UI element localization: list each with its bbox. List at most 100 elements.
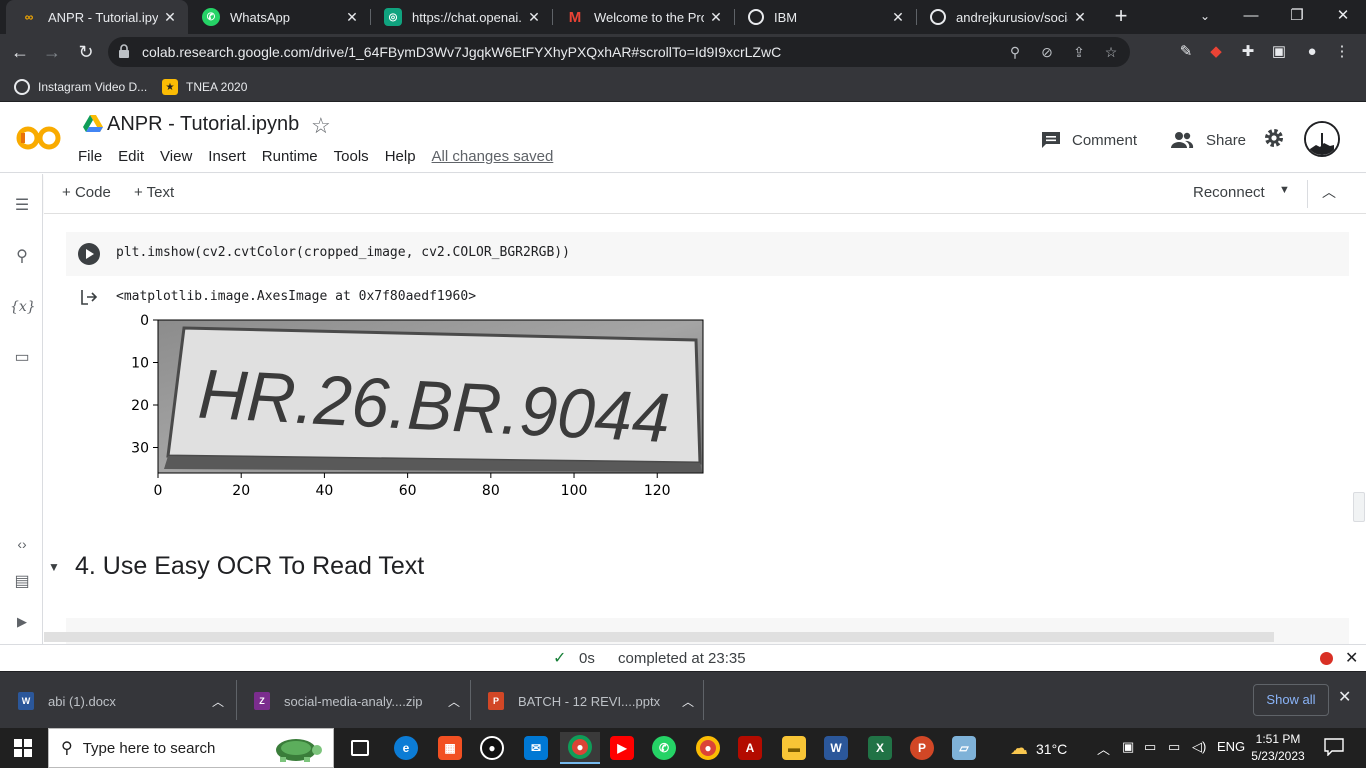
colab-logo-icon[interactable] — [16, 121, 62, 155]
acrobat-icon[interactable]: A — [730, 732, 770, 764]
output-arrow-icon[interactable] — [80, 288, 98, 306]
volume-icon[interactable]: ◁) — [1192, 739, 1206, 755]
eye-off-icon[interactable]: ⊘ — [1036, 41, 1058, 63]
bookmark-instagram[interactable]: Instagram Video D... — [14, 76, 147, 98]
tab-whatsapp[interactable]: ✆ WhatsApp ✕ — [188, 0, 370, 34]
avatar[interactable] — [1304, 121, 1340, 157]
tab-gmail[interactable]: M Welcome to the Professional ✕ — [552, 0, 734, 34]
notes-app-icon[interactable]: ▱ — [944, 732, 984, 764]
download-item-docx[interactable]: W abi (1).docx ︿ — [0, 682, 230, 720]
side-panel-icon[interactable]: ▣ — [1267, 40, 1291, 64]
download-item-zip[interactable]: Z social-media-analy....zip ︿ — [236, 682, 466, 720]
notebook-title[interactable]: ANPR - Tutorial.ipynb — [107, 113, 299, 136]
recording-dot-icon[interactable] — [1320, 652, 1333, 665]
close-tab-icon[interactable]: ✕ — [704, 9, 728, 26]
profile-icon[interactable]: ● — [1300, 40, 1324, 64]
menu-runtime[interactable]: Runtime — [262, 148, 318, 165]
google-drive-icon[interactable] — [83, 115, 103, 133]
notification-icon[interactable] — [1324, 738, 1344, 756]
store-icon[interactable]: ▦ — [430, 732, 470, 764]
forward-icon[interactable]: → — [38, 38, 66, 66]
turtle-illustration-icon[interactable] — [262, 732, 328, 764]
tab-search-icon[interactable]: ⌄ — [1182, 0, 1228, 34]
windows-start-icon[interactable] — [14, 739, 32, 757]
bookmark-star-icon[interactable]: ☆ — [1100, 41, 1122, 63]
share-page-icon[interactable]: ⇪ — [1068, 41, 1090, 63]
menu-view[interactable]: View — [160, 148, 192, 165]
chevron-up-icon[interactable]: ︿ — [1322, 182, 1336, 202]
close-shelf-icon[interactable]: ✕ — [1338, 687, 1351, 707]
chevron-up-icon[interactable]: ︿ — [676, 693, 700, 710]
chrome-menu-icon[interactable]: ⋮ — [1330, 40, 1354, 64]
chrome-profile-icon[interactable]: ● — [688, 732, 728, 764]
show-all-button[interactable]: Show all — [1253, 684, 1329, 716]
file-explorer-icon[interactable]: ▬ — [774, 732, 814, 764]
add-code-button[interactable]: + Code — [62, 184, 111, 201]
whatsapp-icon[interactable]: ✆ — [644, 732, 684, 764]
search-icon[interactable]: ⚲ — [10, 245, 34, 269]
address-bar[interactable]: colab.research.google.com/drive/1_64FBym… — [108, 37, 1130, 67]
battery-icon[interactable]: ▭ — [1168, 739, 1180, 755]
minimize-icon[interactable]: — — [1228, 0, 1274, 34]
reload-icon[interactable]: ↻ — [72, 38, 100, 66]
bookmark-tnea[interactable]: ★ TNEA 2020 — [162, 76, 247, 98]
mail-icon[interactable]: ✉ — [516, 732, 556, 764]
pen-extension-icon[interactable]: ✎ — [1174, 40, 1198, 64]
download-item-pptx[interactable]: P BATCH - 12 REVI....pptx ︿ — [470, 682, 700, 720]
close-tab-icon[interactable]: ✕ — [1068, 9, 1092, 26]
chevron-up-icon[interactable]: ︿ — [206, 693, 230, 710]
star-icon[interactable]: ☆ — [311, 113, 331, 139]
word-icon[interactable]: W — [816, 732, 856, 764]
code-cell[interactable]: plt.imshow(cv2.cvtColor(cropped_image, c… — [66, 232, 1349, 276]
vertical-scrollbar-thumb[interactable] — [1353, 492, 1365, 522]
menu-tools[interactable]: Tools — [334, 148, 369, 165]
tab-github[interactable]: andrejkurusiov/social-media ✕ — [916, 0, 1098, 34]
tab-ibm[interactable]: IBM ✕ — [734, 0, 916, 34]
system-clock[interactable]: 1:51 PM 5/23/2023 — [1246, 731, 1310, 765]
close-tab-icon[interactable]: ✕ — [886, 9, 910, 26]
collapse-section-icon[interactable]: ▼ — [48, 560, 60, 574]
close-tab-icon[interactable]: ✕ — [522, 9, 546, 26]
tray-app-icon[interactable]: ▣ — [1122, 739, 1134, 755]
menu-file[interactable]: File — [78, 148, 102, 165]
code-line[interactable]: plt.imshow(cv2.cvtColor(cropped_image, c… — [116, 245, 570, 260]
tab-openai[interactable]: ◎ https://chat.openai.com ✕ — [370, 0, 552, 34]
variables-icon[interactable]: {x} — [10, 295, 36, 319]
zoom-icon[interactable]: ⚲ — [1004, 41, 1026, 63]
table-of-contents-icon[interactable]: ☰ — [10, 194, 34, 218]
terminal-icon[interactable]: ▶ — [10, 610, 34, 634]
tab-colab[interactable]: ∞ ANPR - Tutorial.ipynb ✕ — [6, 0, 188, 34]
restore-icon[interactable]: ❐ — [1274, 0, 1320, 34]
obs-icon[interactable]: ● — [472, 732, 512, 764]
chrome-taskbar-icon[interactable]: ● — [560, 732, 600, 764]
task-view-icon[interactable] — [340, 732, 380, 764]
share-button[interactable]: Share — [1170, 125, 1246, 155]
color-extension-icon[interactable]: ◆ — [1204, 40, 1228, 64]
save-status[interactable]: All changes saved — [432, 148, 554, 165]
command-palette-icon[interactable]: ▤ — [10, 570, 34, 594]
youtube-icon[interactable]: ▶ — [602, 732, 642, 764]
run-cell-button[interactable] — [78, 243, 100, 265]
add-text-button[interactable]: + Text — [134, 184, 174, 201]
chevron-up-icon[interactable]: ︿ — [442, 693, 466, 710]
close-window-icon[interactable]: ✕ — [1320, 0, 1366, 34]
horizontal-scrollbar[interactable] — [44, 632, 1274, 642]
network-icon[interactable]: ▭ — [1144, 739, 1156, 755]
menu-edit[interactable]: Edit — [118, 148, 144, 165]
excel-icon[interactable]: X — [860, 732, 900, 764]
code-snippets-icon[interactable]: ‹› — [10, 532, 34, 556]
language-indicator[interactable]: ENG — [1217, 739, 1245, 754]
new-tab-button[interactable]: + — [1108, 4, 1134, 30]
edge-icon[interactable]: e — [386, 732, 426, 764]
extensions-puzzle-icon[interactable]: ✚ — [1236, 40, 1260, 64]
close-tab-icon[interactable]: ✕ — [340, 9, 364, 26]
tray-chevron-up-icon[interactable]: ︿ — [1097, 739, 1110, 758]
comment-button[interactable]: Comment — [1040, 125, 1137, 155]
caret-down-icon[interactable]: ▼ — [1279, 184, 1290, 196]
folder-icon[interactable]: ▭ — [10, 346, 34, 370]
powerpoint-icon[interactable]: P — [902, 732, 942, 764]
gear-icon[interactable] — [1262, 126, 1286, 150]
weather-widget[interactable]: ☁ 31°C — [1010, 738, 1067, 759]
menu-help[interactable]: Help — [385, 148, 416, 165]
back-icon[interactable]: ← — [6, 38, 34, 66]
